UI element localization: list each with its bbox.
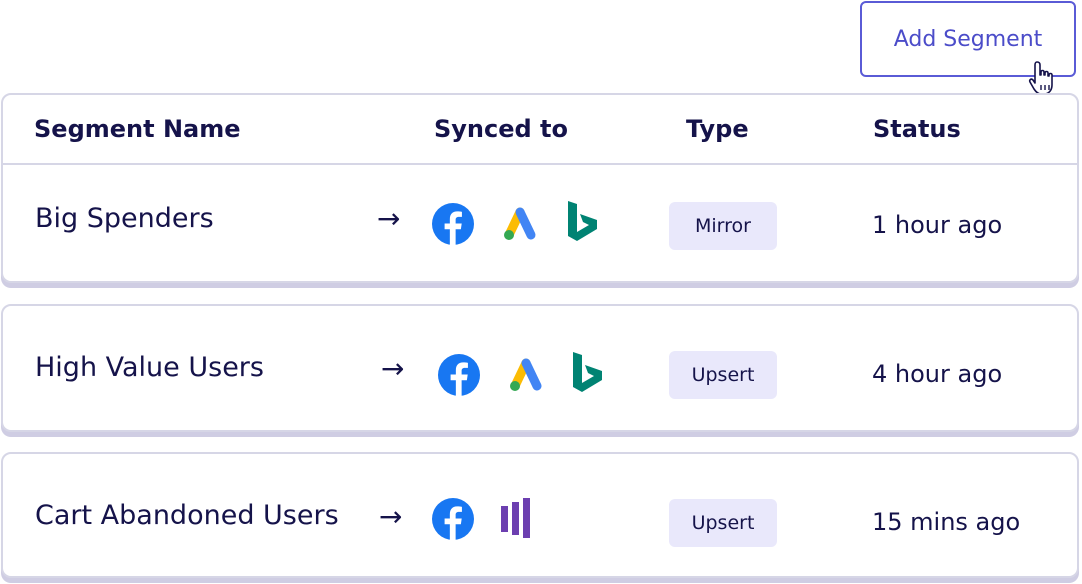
bing-icon [568,201,597,241]
table-header: Segment Name Synced to Type Status [3,95,1077,165]
arrow-icon: → [379,500,403,533]
type-badge: Upsert [669,499,777,547]
segment-name: Big Spenders [35,203,214,234]
arrow-icon: → [377,202,401,235]
segment-name: High Value Users [35,352,264,383]
type-badge: Upsert [669,351,777,399]
segment-name: Cart Abandoned Users [35,500,339,531]
google-ads-icon [504,207,536,240]
mixpanel-icon [501,498,530,538]
hand-pointer-icon [1028,61,1053,95]
column-header-segment-name: Segment Name [34,115,241,143]
facebook-icon [438,354,480,396]
status-text: 15 mins ago [872,508,1021,536]
status-text: 1 hour ago [872,211,1003,239]
table-row[interactable]: High Value Users → Upsert 4 hour ago [1,304,1079,432]
table-row[interactable]: Cart Abandoned Users → Upsert 15 mins ag… [1,452,1079,578]
google-ads-icon [510,358,542,391]
column-header-status: Status [873,115,961,143]
type-badge: Mirror [669,202,777,250]
segments-table-card: Segment Name Synced to Type Status Big S… [1,93,1079,283]
facebook-icon [432,203,474,245]
column-header-synced-to: Synced to [434,115,569,143]
status-text: 4 hour ago [872,360,1003,388]
arrow-icon: → [381,352,405,385]
column-header-type: Type [686,115,749,143]
bing-icon [573,352,602,392]
facebook-icon [432,498,474,540]
